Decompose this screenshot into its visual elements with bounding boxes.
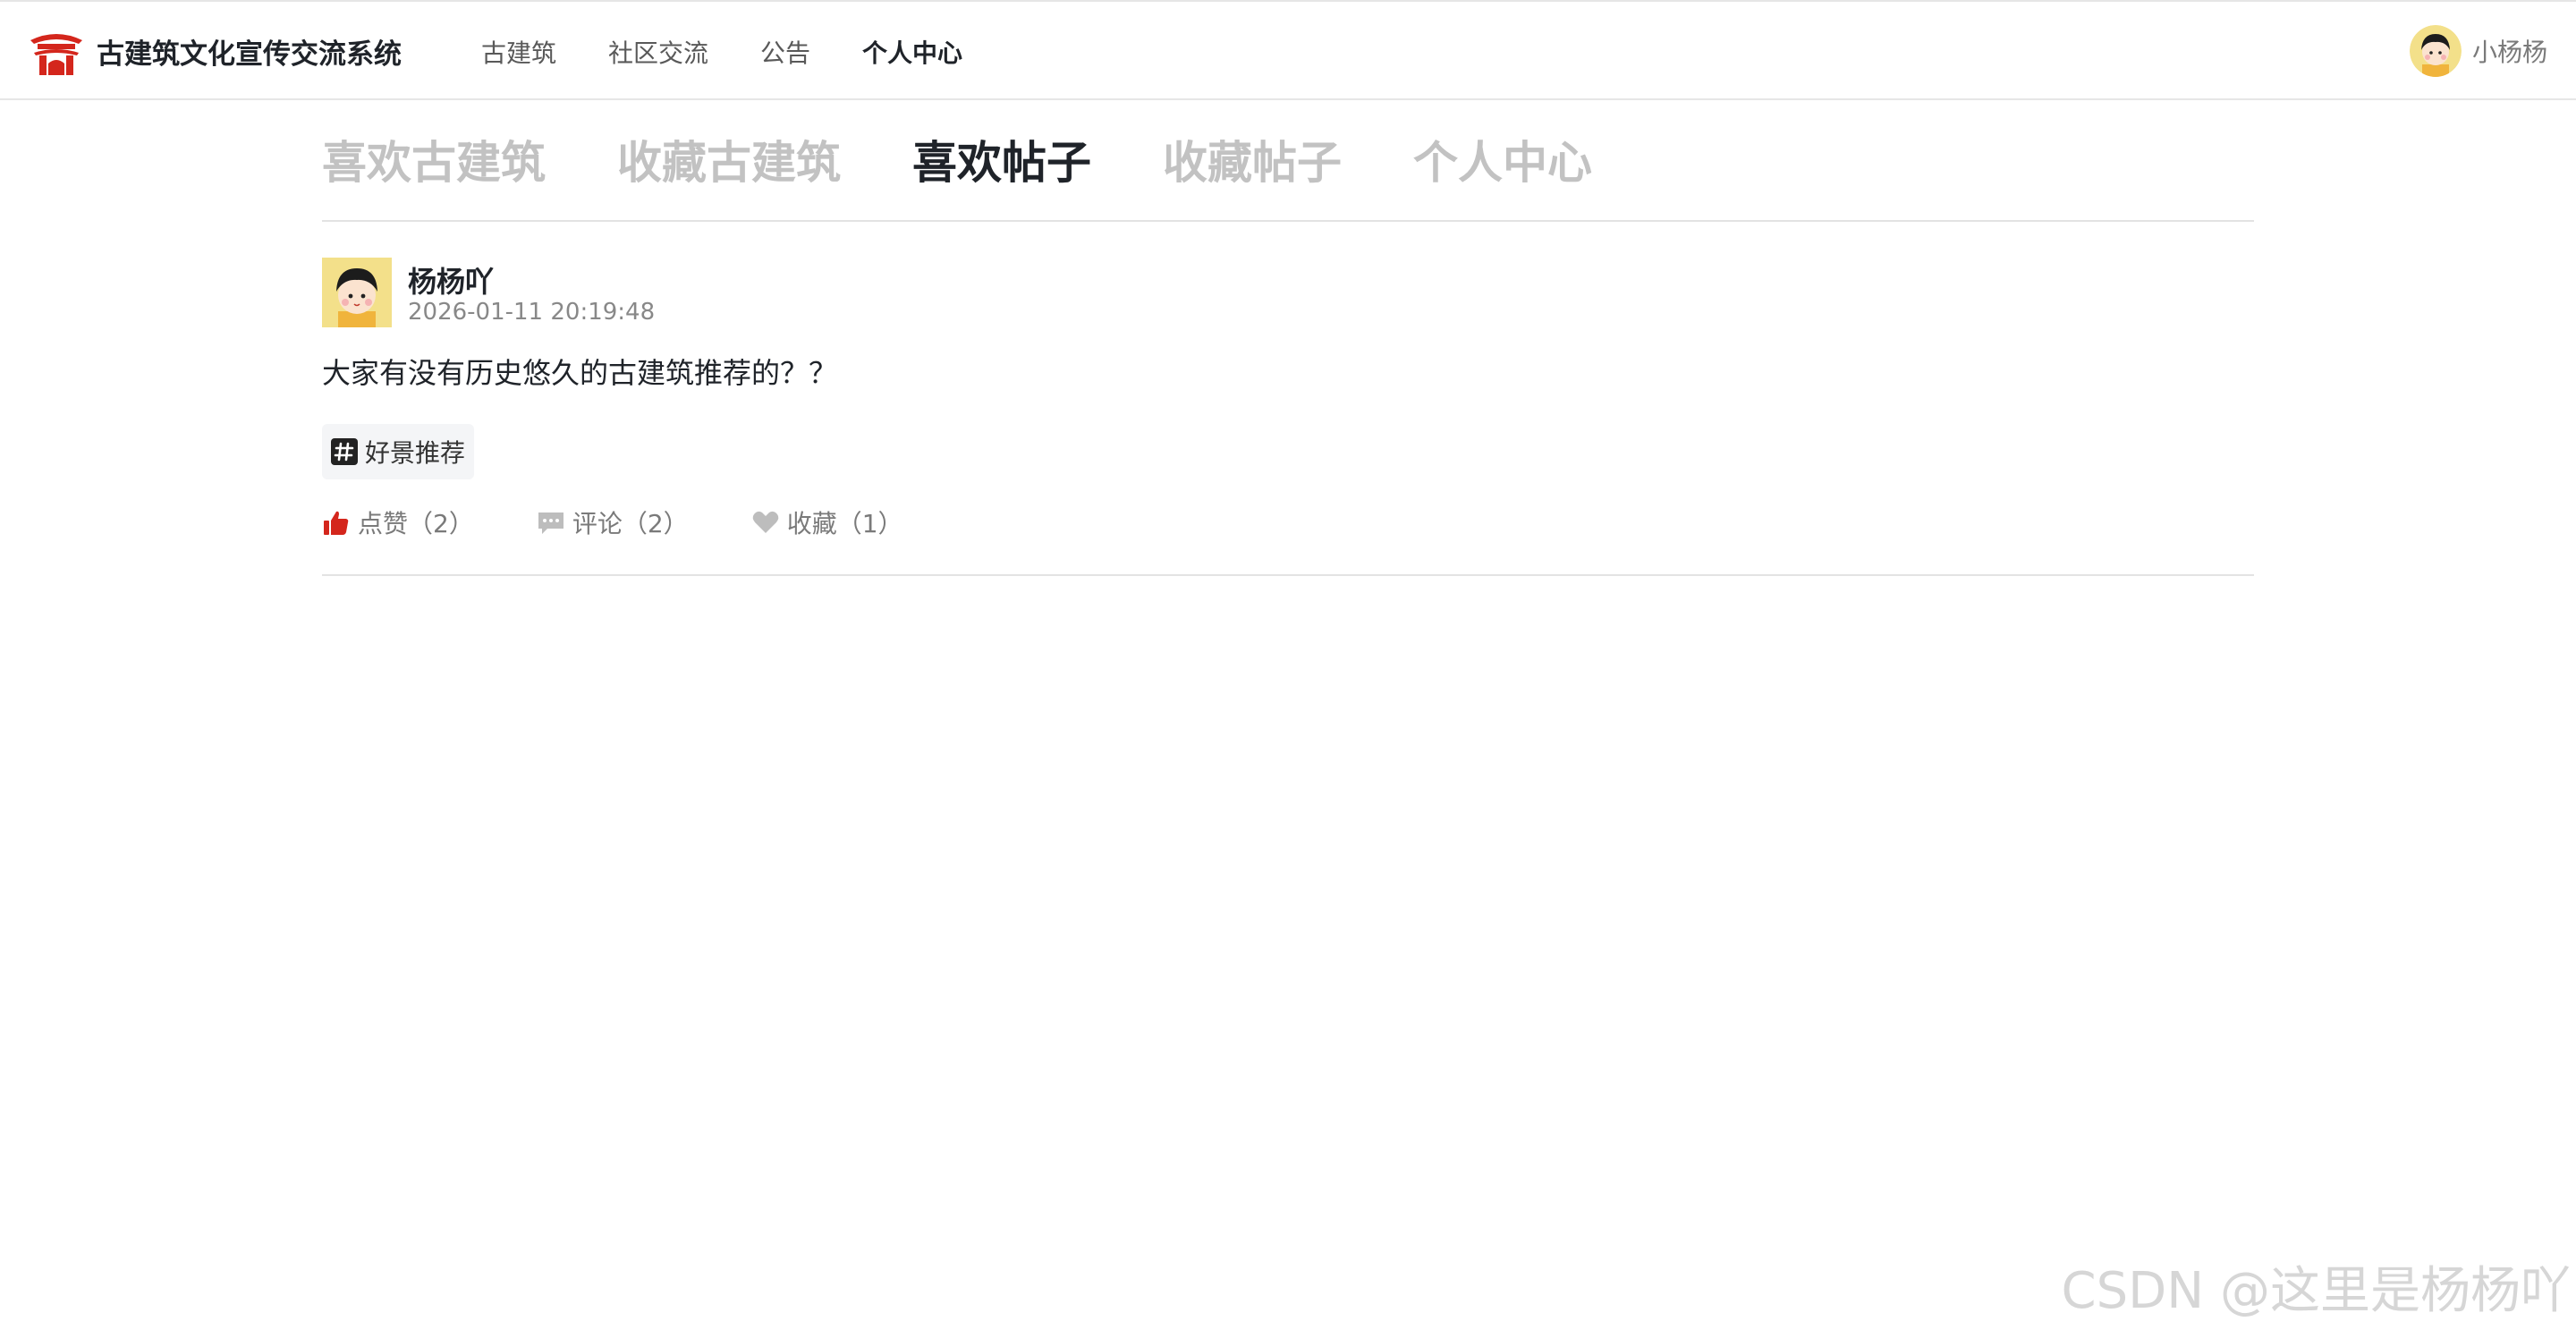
- post-card: 杨杨吖 2026-01-11 20:19:48 大家有没有历史悠久的古建筑推荐的…: [322, 258, 2254, 576]
- nav-item-announcements[interactable]: 公告: [760, 34, 810, 70]
- avatar[interactable]: [2409, 25, 2462, 77]
- tab-liked-posts[interactable]: 喜欢帖子: [912, 127, 1091, 199]
- like-count: （2）: [408, 509, 474, 538]
- tab-favorited-posts[interactable]: 收藏帖子: [1163, 127, 1342, 199]
- post-timestamp: 2026-01-11 20:19:48: [408, 299, 656, 326]
- post-tag-label: 好景推荐: [365, 438, 466, 468]
- temple-gate-icon: [30, 34, 82, 75]
- like-label: 点赞: [358, 509, 409, 538]
- comment-count: （2）: [622, 509, 689, 538]
- main-nav: 古建筑 社区交流 公告 个人中心: [481, 2, 1014, 102]
- heart-icon: [752, 511, 778, 533]
- tab-liked-buildings[interactable]: 喜欢古建筑: [322, 127, 546, 199]
- comment-label: 评论: [572, 509, 623, 538]
- nav-item-community[interactable]: 社区交流: [608, 34, 708, 70]
- favorite-button[interactable]: 收藏 （1）: [751, 504, 903, 540]
- tab-favorited-buildings[interactable]: 收藏古建筑: [617, 127, 841, 199]
- hash-icon: [331, 438, 358, 465]
- brand[interactable]: 古建筑文化宣传交流系统: [29, 25, 402, 77]
- post-actions: 点赞 （2） 评论 （2） 收藏 （1）: [322, 504, 966, 540]
- thumbs-up-icon: [324, 511, 349, 535]
- watermark: CSDN @这里是杨杨吖: [2061, 1262, 2571, 1320]
- comment-button[interactable]: 评论 （2）: [537, 504, 689, 540]
- user-name[interactable]: 小杨杨: [2472, 33, 2547, 69]
- post-tag[interactable]: 好景推荐: [322, 424, 475, 479]
- app-title: 古建筑文化宣传交流系统: [97, 38, 402, 71]
- post-content[interactable]: 大家有没有历史悠久的古建筑推荐的？？: [322, 351, 837, 392]
- nav-item-personal-center[interactable]: 个人中心: [862, 34, 962, 70]
- top-navbar: 古建筑文化宣传交流系统 古建筑 社区交流 公告 个人中心 小杨杨: [0, 0, 2576, 100]
- user-menu[interactable]: 小杨杨: [2409, 25, 2547, 77]
- comment-icon: [538, 513, 564, 534]
- favorite-count: （1）: [836, 509, 903, 538]
- post-author-name[interactable]: 杨杨吖: [408, 259, 494, 301]
- favorite-label: 收藏: [786, 509, 837, 538]
- tab-personal-center[interactable]: 个人中心: [1413, 127, 1592, 199]
- like-button[interactable]: 点赞 （2）: [322, 504, 474, 540]
- nav-item-ancient-buildings[interactable]: 古建筑: [481, 34, 556, 70]
- post-author-avatar[interactable]: [322, 258, 392, 327]
- profile-tabs: 喜欢古建筑 收藏古建筑 喜欢帖子 收藏帖子 个人中心: [322, 127, 2254, 222]
